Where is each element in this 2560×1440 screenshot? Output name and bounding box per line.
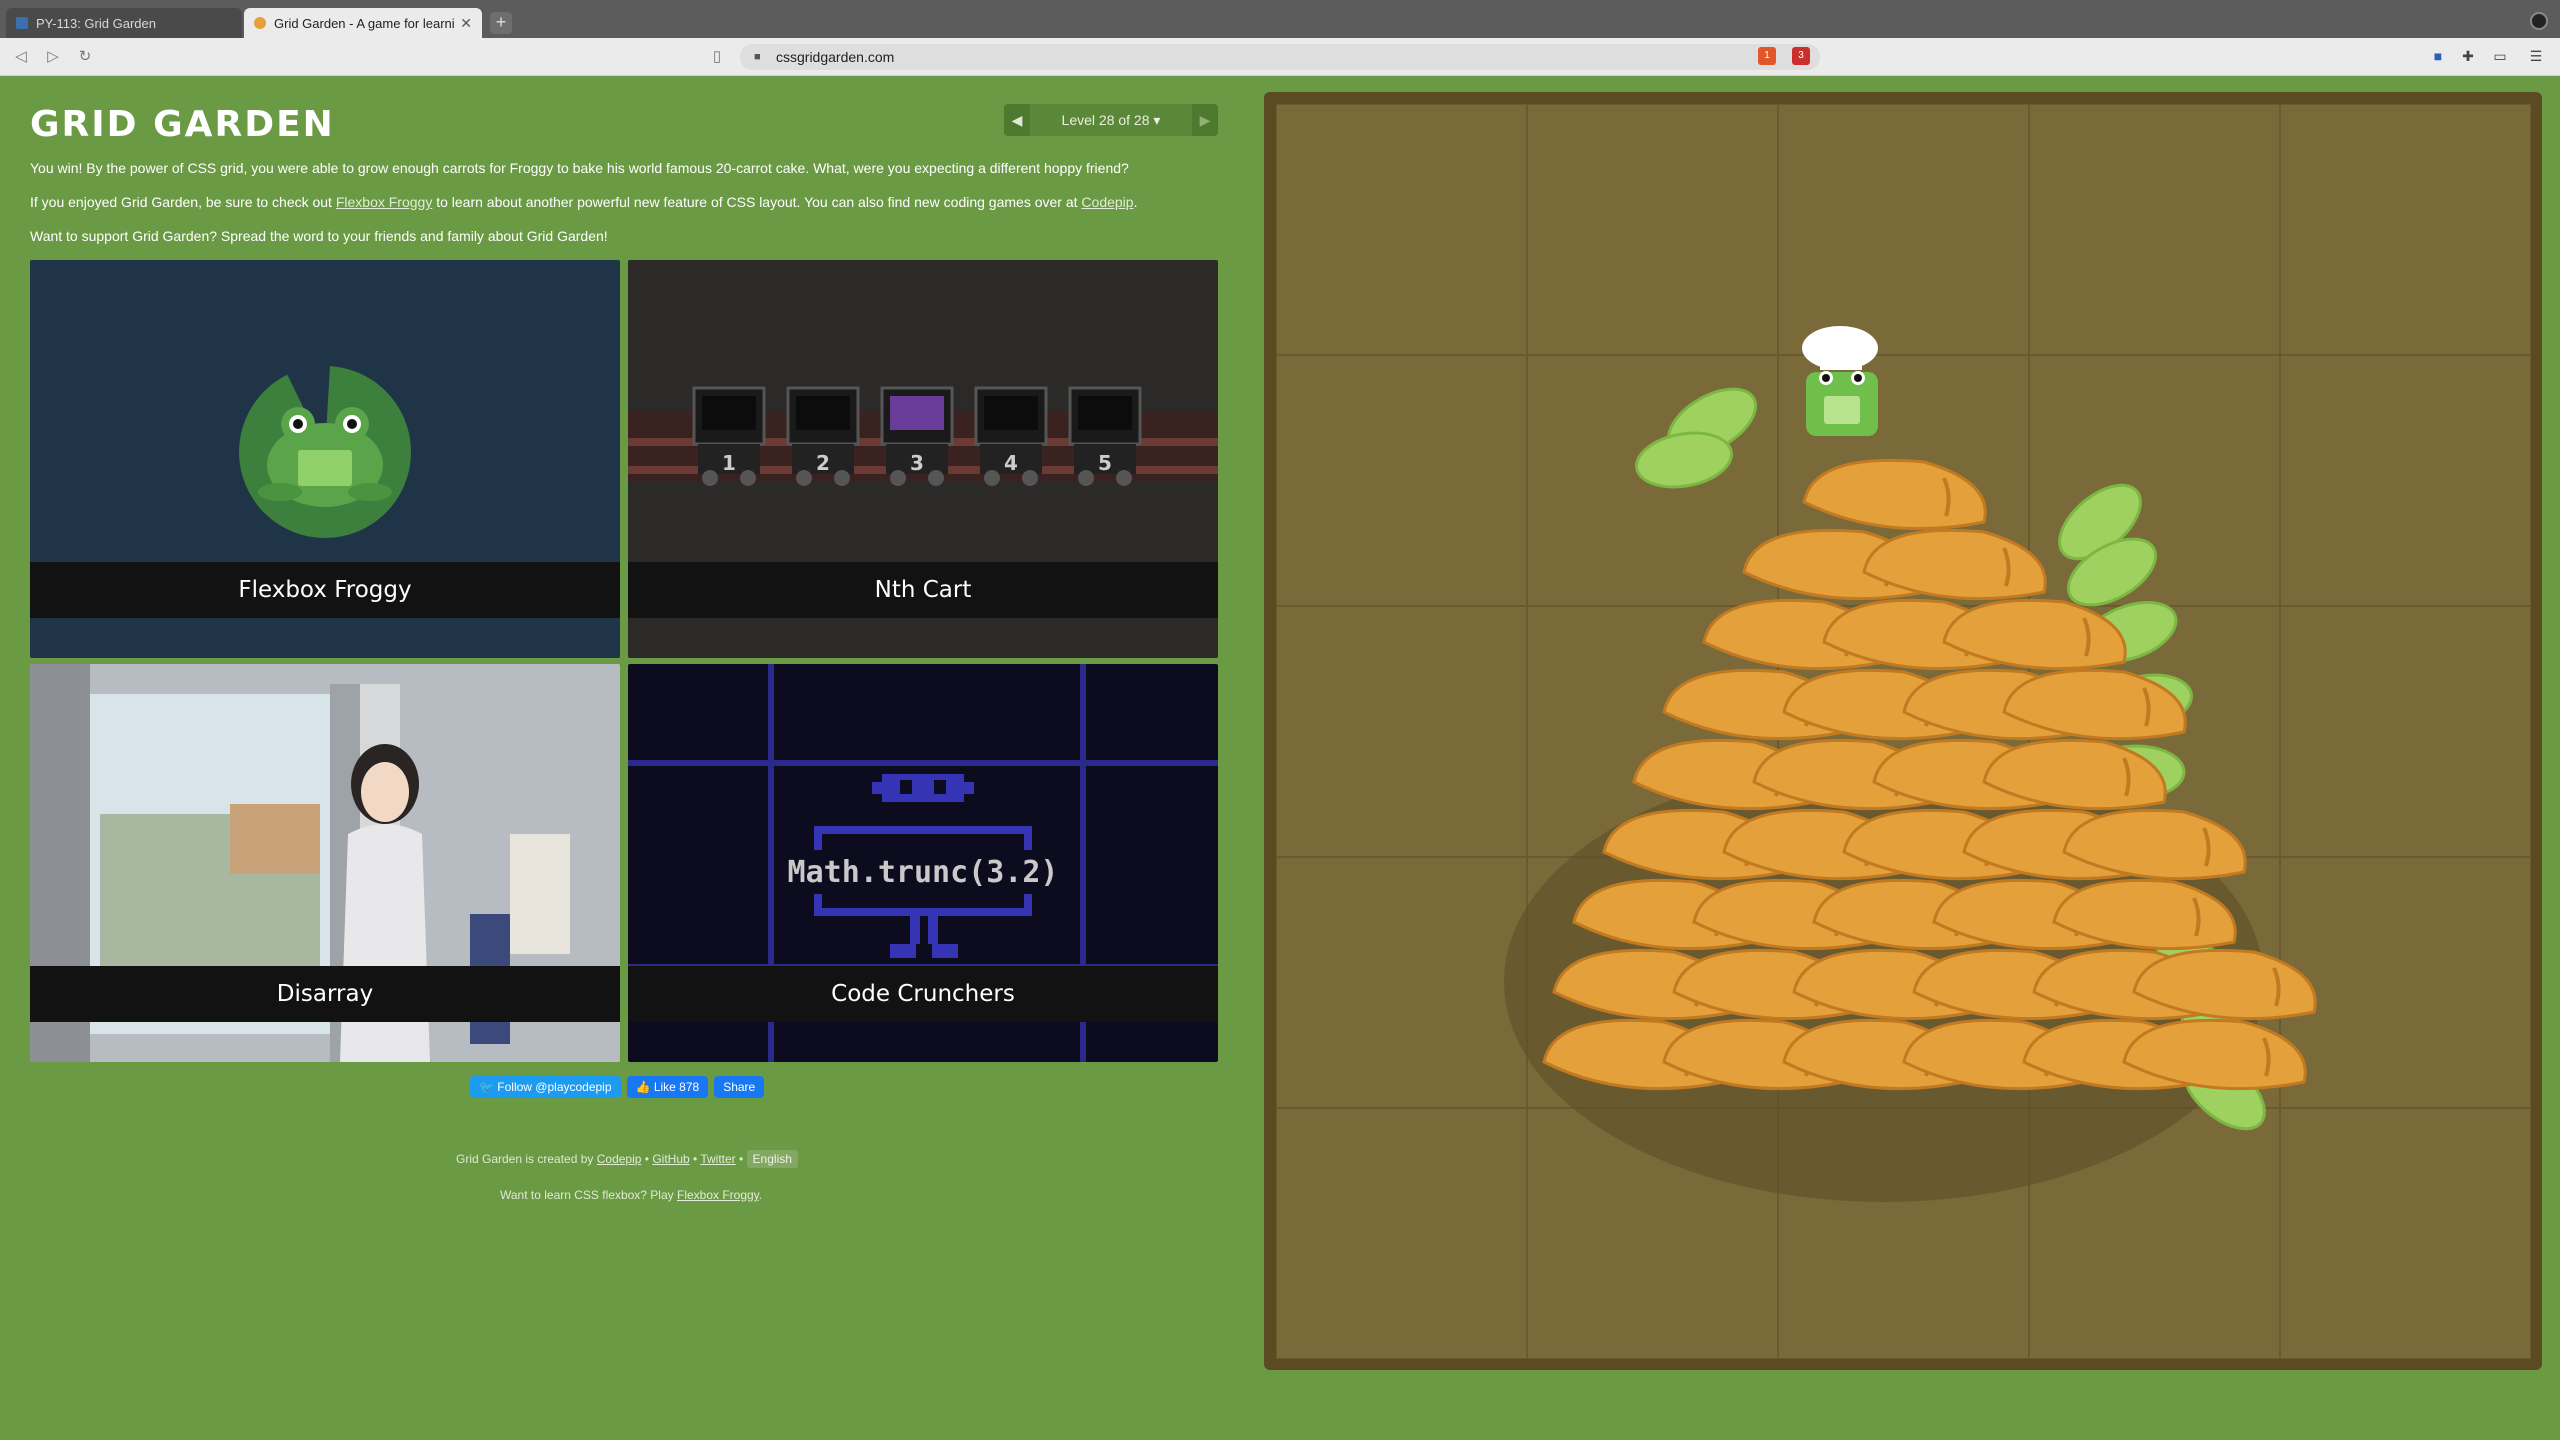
- close-tab-icon[interactable]: ✕: [460, 15, 472, 32]
- level-navigator: ◀ Level 28 of 28 ▾ ▶: [1004, 104, 1218, 136]
- game-card-code-crunchers[interactable]: Math.trunc(3.2) Code Crunchers: [628, 664, 1218, 1062]
- page-content: GRID GARDEN ◀ Level 28 of 28 ▾ ▶ You win…: [0, 76, 2560, 1440]
- url-text: cssgridgarden.com: [776, 49, 895, 65]
- wallet-icon[interactable]: ▭: [2490, 46, 2510, 66]
- tab-title: PY-113: Grid Garden: [36, 15, 156, 31]
- browser-nav-bar: ◁ ▷ ↻ ▯ ■ cssgridgarden.com 1 3 ■ ✚ ▭ ☰: [0, 38, 2560, 76]
- game-card-title: Code Crunchers: [628, 966, 1218, 1022]
- game-card-nth-cart[interactable]: 1 2 3 4 5 Nth Cart: [628, 260, 1218, 658]
- footer-flexbox: Want to learn CSS flexbox? Play Flexbox …: [500, 1188, 762, 1202]
- carrot-favicon-icon: [254, 17, 266, 29]
- address-bar[interactable]: ■ cssgridgarden.com: [740, 44, 1820, 70]
- game-card-flexbox-froggy[interactable]: Flexbox Froggy: [30, 260, 620, 658]
- footer-text: .: [758, 1188, 763, 1202]
- support-message: Want to support Grid Garden? Spread the …: [30, 228, 608, 244]
- tab-title: Grid Garden - A game for learni: [274, 15, 455, 31]
- menu-icon[interactable]: ☰: [2526, 46, 2546, 66]
- lock-icon: ■: [754, 51, 761, 63]
- alert-extension-icon[interactable]: 3: [1792, 47, 1810, 65]
- game-card-title: Nth Cart: [628, 562, 1218, 618]
- game-card-disarray[interactable]: Disarray: [30, 664, 620, 1062]
- cart-number: 3: [910, 451, 924, 475]
- garden-board: [1264, 92, 2542, 1370]
- bookmark-icon[interactable]: ▯: [706, 46, 728, 68]
- codepip-link[interactable]: Codepip: [1081, 194, 1133, 210]
- code-snippet: Math.trunc(3.2): [788, 855, 1059, 890]
- footer-flexbox-froggy-link[interactable]: Flexbox Froggy: [677, 1188, 759, 1202]
- facebook-like-button[interactable]: 👍 Like 878: [626, 1076, 709, 1098]
- new-tab-button[interactable]: +: [490, 12, 512, 34]
- enjoy-text: .: [1133, 194, 1138, 210]
- mine-cart-icon: 1: [692, 386, 766, 486]
- like-label: Like 878: [653, 1080, 700, 1094]
- footer-github-link[interactable]: GitHub: [652, 1152, 689, 1166]
- page-title: GRID GARDEN: [30, 104, 335, 145]
- cart-number: 5: [1098, 451, 1112, 475]
- mine-cart-icon: 2: [786, 386, 860, 486]
- cart-number: 1: [722, 451, 736, 475]
- next-level-button[interactable]: ▶: [1192, 104, 1218, 136]
- footer-text: Grid Garden is created by: [456, 1152, 597, 1166]
- footer-text: Want to learn CSS flexbox? Play: [500, 1188, 677, 1202]
- level-indicator[interactable]: Level 28 of 28 ▾: [1030, 112, 1192, 129]
- back-icon[interactable]: ◁: [10, 46, 32, 68]
- win-message: You win! By the power of CSS grid, you w…: [30, 160, 1129, 176]
- enjoy-text: If you enjoyed Grid Garden, be sure to c…: [30, 194, 336, 210]
- mine-cart-icon: 3: [880, 386, 954, 486]
- enjoy-message: If you enjoyed Grid Garden, be sure to c…: [30, 194, 1137, 210]
- footer-credits: Grid Garden is created by Codepip • GitH…: [456, 1150, 798, 1168]
- level-label: Level 28 of 28: [1061, 111, 1150, 128]
- prev-level-button[interactable]: ◀: [1004, 104, 1030, 136]
- profile-icon[interactable]: [2530, 12, 2548, 30]
- social-buttons: 🐦 Follow @playcodepip 👍 Like 878 Share: [470, 1076, 765, 1098]
- carrot-icon: [1802, 458, 1987, 531]
- puzzle-icon[interactable]: ✚: [2458, 46, 2478, 66]
- tab-favicon-icon: [16, 17, 28, 29]
- twitter-follow-button[interactable]: 🐦 Follow @playcodepip: [470, 1076, 621, 1098]
- cart-number: 4: [1004, 451, 1018, 475]
- extension-icon[interactable]: ■: [2428, 46, 2448, 66]
- game-card-title: Flexbox Froggy: [30, 562, 620, 618]
- enjoy-text: to learn about another powerful new feat…: [432, 194, 1082, 210]
- footer-twitter-link[interactable]: Twitter: [700, 1152, 735, 1166]
- footer-codepip-link[interactable]: Codepip: [597, 1152, 642, 1166]
- alert-badge: 3: [1798, 50, 1804, 61]
- footer-sep: •: [689, 1152, 701, 1166]
- follow-label: Follow @playcodepip: [497, 1080, 612, 1094]
- footer-sep: •: [641, 1152, 653, 1166]
- tab-py-113[interactable]: PY-113: Grid Garden: [6, 8, 242, 38]
- frog-chef-icon: [1802, 326, 1878, 436]
- game-card-title: Disarray: [30, 966, 620, 1022]
- brave-shield-icon[interactable]: 1: [1758, 47, 1776, 65]
- carrot-pile-illustration: [1504, 326, 2317, 1202]
- language-selector[interactable]: English: [746, 1150, 798, 1168]
- share-label: Share: [723, 1080, 756, 1094]
- footer-sep: •: [735, 1152, 747, 1166]
- tab-grid-garden[interactable]: Grid Garden - A game for learni ✕: [244, 8, 482, 38]
- facebook-share-button[interactable]: Share: [714, 1076, 765, 1098]
- mine-cart-icon: 5: [1068, 386, 1142, 486]
- browser-tab-bar: PY-113: Grid Garden Grid Garden - A game…: [0, 0, 2560, 38]
- cart-number: 2: [816, 451, 830, 475]
- reload-icon[interactable]: ↻: [74, 46, 96, 68]
- mine-cart-icon: 4: [974, 386, 1048, 486]
- forward-icon[interactable]: ▷: [42, 46, 64, 68]
- flexbox-froggy-link[interactable]: Flexbox Froggy: [336, 194, 432, 210]
- shield-badge: 1: [1764, 50, 1770, 61]
